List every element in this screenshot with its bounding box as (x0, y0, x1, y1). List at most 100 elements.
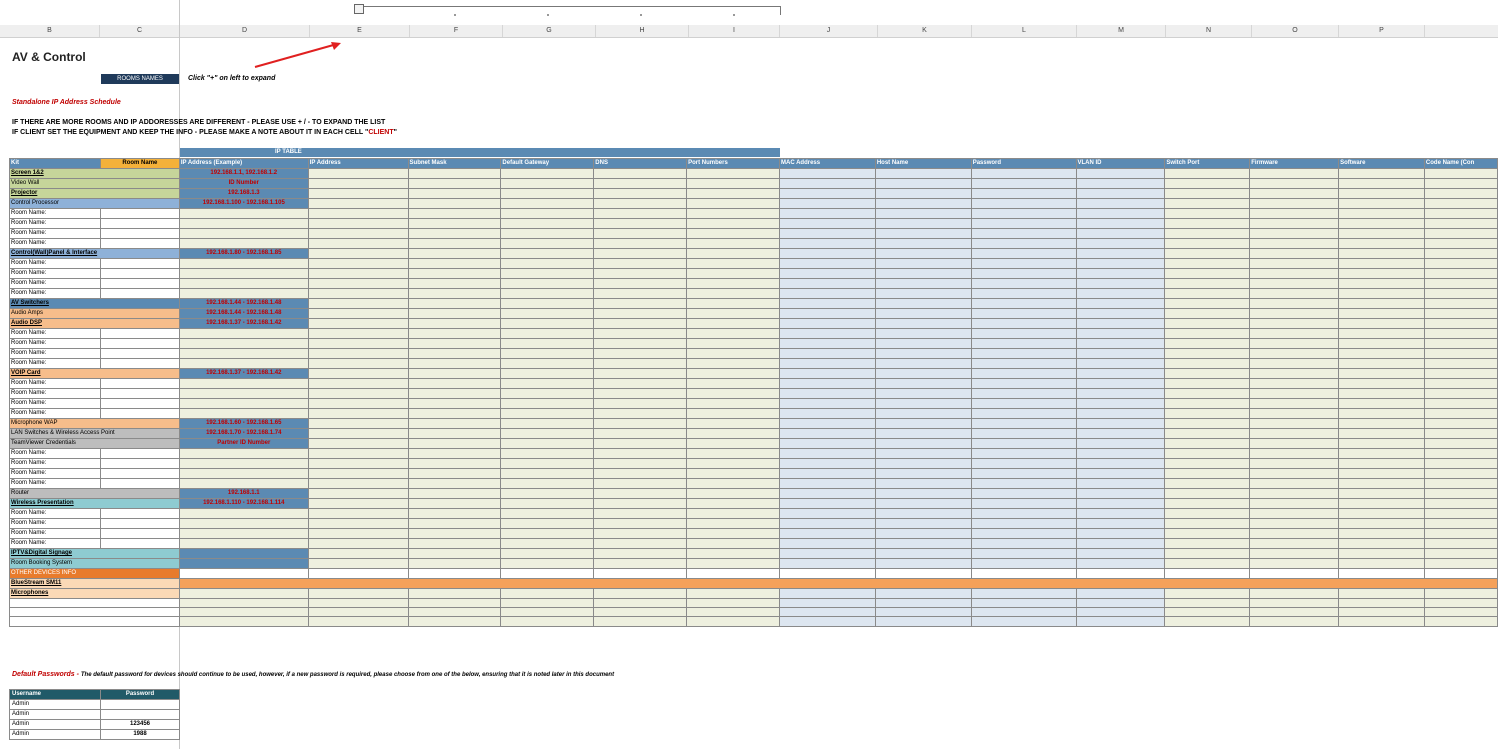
data-cell[interactable] (407, 448, 502, 459)
data-cell[interactable] (686, 518, 780, 529)
data-cell[interactable] (778, 398, 876, 409)
ip-example-cell[interactable] (178, 558, 309, 569)
data-cell[interactable] (778, 348, 876, 359)
data-cell[interactable] (500, 408, 595, 419)
data-cell[interactable] (593, 318, 688, 329)
data-cell[interactable] (970, 538, 1077, 549)
data-cell[interactable] (1423, 548, 1498, 559)
ip-example-cell[interactable] (178, 518, 309, 529)
data-cell[interactable] (874, 478, 972, 489)
data-cell[interactable] (1423, 368, 1498, 379)
data-cell[interactable] (686, 168, 780, 179)
data-cell[interactable] (500, 607, 595, 618)
data-cell[interactable] (874, 288, 972, 299)
data-cell[interactable] (593, 498, 688, 509)
data-cell[interactable] (1249, 298, 1340, 309)
room-name-label[interactable]: Room Name: (9, 408, 101, 419)
data-cell[interactable] (307, 438, 409, 449)
data-cell[interactable] (874, 558, 972, 569)
data-cell[interactable] (778, 488, 876, 499)
data-cell[interactable] (593, 188, 688, 199)
data-cell[interactable] (686, 398, 780, 409)
data-cell[interactable] (407, 538, 502, 549)
data-cell[interactable] (1423, 248, 1498, 259)
data-cell[interactable] (593, 428, 688, 439)
data-cell[interactable] (593, 228, 688, 239)
ip-example-cell[interactable] (178, 218, 309, 229)
column-header-cell[interactable]: H (596, 25, 689, 37)
data-cell[interactable] (593, 518, 688, 529)
data-cell[interactable] (593, 398, 688, 409)
data-cell[interactable] (407, 468, 502, 479)
data-cell[interactable] (407, 408, 502, 419)
data-cell[interactable] (307, 348, 409, 359)
data-cell[interactable] (1423, 488, 1498, 499)
room-name-cell[interactable] (99, 528, 180, 539)
data-cell[interactable] (1249, 616, 1340, 627)
data-cell[interactable] (1338, 348, 1425, 359)
data-cell[interactable] (307, 328, 409, 339)
data-cell[interactable] (500, 168, 595, 179)
data-cell[interactable] (407, 368, 502, 379)
ip-example-cell[interactable] (178, 478, 309, 489)
data-cell[interactable] (1338, 228, 1425, 239)
data-cell[interactable] (1075, 438, 1166, 449)
room-name-cell[interactable] (99, 378, 180, 389)
data-cell[interactable] (1075, 398, 1166, 409)
data-cell[interactable] (500, 538, 595, 549)
data-cell[interactable] (1423, 558, 1498, 569)
data-cell[interactable] (307, 248, 409, 259)
data-cell[interactable] (500, 288, 595, 299)
data-cell[interactable] (1164, 388, 1251, 399)
data-cell[interactable] (1075, 278, 1166, 289)
data-cell[interactable] (1423, 218, 1498, 229)
room-name-label[interactable]: Room Name: (9, 508, 101, 519)
data-cell[interactable] (1423, 228, 1498, 239)
data-cell[interactable] (686, 178, 780, 189)
room-name-cell[interactable] (99, 288, 180, 299)
data-cell[interactable] (500, 518, 595, 529)
data-cell[interactable] (874, 178, 972, 189)
data-cell[interactable] (686, 558, 780, 569)
data-cell[interactable] (970, 408, 1077, 419)
ip-example-cell[interactable]: 192.168.1.70 - 192.168.1.74 (178, 428, 309, 439)
data-cell[interactable] (1164, 558, 1251, 569)
data-cell[interactable] (407, 348, 502, 359)
data-cell[interactable] (778, 198, 876, 209)
data-cell[interactable] (1075, 228, 1166, 239)
data-cell[interactable] (1164, 488, 1251, 499)
data-cell[interactable] (593, 538, 688, 549)
data-cell[interactable] (593, 208, 688, 219)
data-cell[interactable] (778, 358, 876, 369)
data-cell[interactable] (1164, 597, 1251, 609)
kit-cell[interactable]: Microphones (9, 588, 180, 599)
data-cell[interactable] (874, 238, 972, 249)
data-cell[interactable] (970, 168, 1077, 179)
data-cell[interactable] (874, 468, 972, 479)
ip-example-cell[interactable] (178, 328, 309, 339)
data-cell[interactable] (307, 597, 409, 609)
data-cell[interactable] (874, 408, 972, 419)
data-cell[interactable] (1338, 278, 1425, 289)
data-cell[interactable] (970, 338, 1077, 349)
column-header-cell[interactable]: F (410, 25, 503, 37)
data-cell[interactable] (1075, 508, 1166, 519)
data-cell[interactable] (307, 308, 409, 319)
data-cell[interactable] (500, 478, 595, 489)
data-cell[interactable] (1423, 508, 1498, 519)
data-cell[interactable] (307, 548, 409, 559)
data-cell[interactable] (1423, 616, 1498, 627)
data-cell[interactable] (1423, 348, 1498, 359)
room-name-cell[interactable] (99, 278, 180, 289)
data-cell[interactable] (593, 458, 688, 469)
data-cell[interactable] (874, 328, 972, 339)
room-name-cell[interactable] (99, 458, 180, 469)
data-cell[interactable] (686, 498, 780, 509)
data-cell[interactable] (1164, 607, 1251, 618)
data-cell[interactable] (1423, 198, 1498, 209)
data-cell[interactable] (500, 278, 595, 289)
data-cell[interactable] (1164, 508, 1251, 519)
data-cell[interactable] (778, 228, 876, 239)
ip-example-cell[interactable] (178, 268, 309, 279)
data-cell[interactable] (407, 388, 502, 399)
